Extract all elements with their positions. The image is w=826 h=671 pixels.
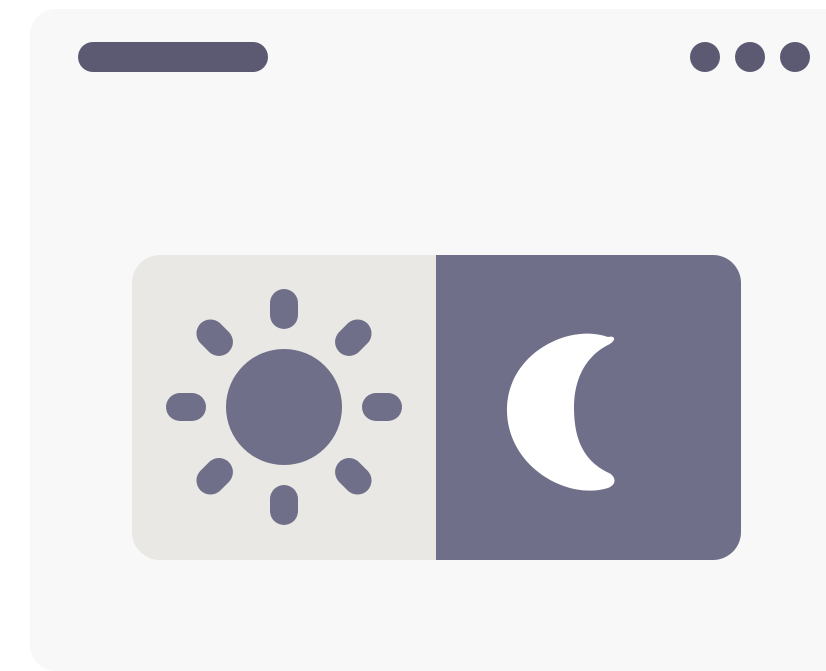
app-window <box>30 9 826 671</box>
sun-ray <box>166 393 206 421</box>
sun-ray <box>335 458 372 495</box>
sun-icon <box>166 289 402 525</box>
menu-dot-icon[interactable] <box>735 42 765 72</box>
window-title-placeholder <box>78 42 268 72</box>
sun-ray <box>196 458 233 495</box>
menu-dot-icon[interactable] <box>690 42 720 72</box>
sun-ray <box>335 319 372 356</box>
dark-mode-option[interactable] <box>436 255 741 560</box>
menu-dot-icon[interactable] <box>780 42 810 72</box>
sun-ray <box>196 319 233 356</box>
moon-crescent <box>506 333 615 491</box>
theme-toggle[interactable] <box>132 255 741 560</box>
moon-icon <box>506 333 615 491</box>
light-mode-option[interactable] <box>132 255 436 560</box>
sun-ray <box>270 289 298 329</box>
sun-ray <box>362 393 402 421</box>
sun-core <box>226 349 342 465</box>
sun-ray <box>270 485 298 525</box>
